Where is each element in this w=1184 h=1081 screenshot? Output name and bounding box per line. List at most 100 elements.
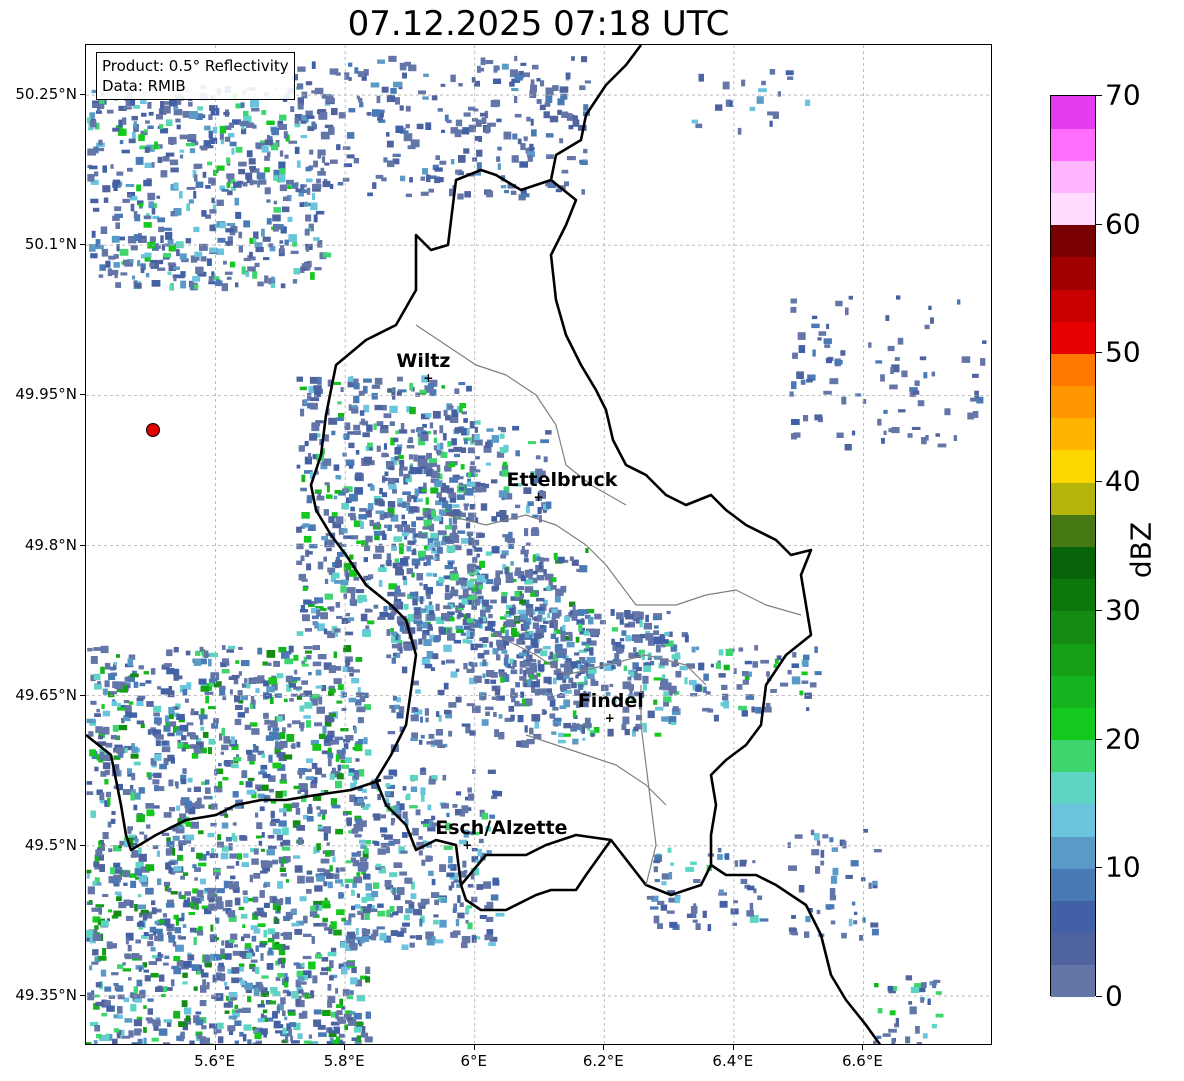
echo-cell xyxy=(323,903,331,908)
echo-cell xyxy=(380,814,386,819)
echo-cell xyxy=(288,1028,292,1037)
echo-cell xyxy=(589,647,594,656)
echo-cell xyxy=(208,747,212,755)
echo-cell xyxy=(142,913,148,921)
echo-cell xyxy=(805,915,811,923)
echo-cell xyxy=(175,781,179,789)
echo-cell xyxy=(264,155,270,161)
echo-cell xyxy=(376,926,385,930)
echo-cell xyxy=(386,140,394,148)
echo-cell xyxy=(793,432,801,438)
radar-map[interactable]: Product: 0.5° Reflectivity Data: RMIB xyxy=(85,44,992,1045)
echo-cell xyxy=(415,689,421,694)
echo-cell xyxy=(569,611,573,615)
echo-cell xyxy=(300,135,308,139)
city-marker[interactable]: + xyxy=(605,711,615,725)
echo-cell xyxy=(883,430,887,435)
echo-cell xyxy=(742,679,749,685)
echo-cell xyxy=(264,167,270,173)
echo-cell xyxy=(266,849,275,856)
echo-cell xyxy=(883,409,888,414)
echo-cell xyxy=(284,239,289,246)
echo-cell xyxy=(168,245,177,252)
echo-cell xyxy=(446,659,455,664)
echo-cell xyxy=(363,873,371,880)
echo-cell xyxy=(195,905,199,910)
echo-cell xyxy=(922,1033,928,1039)
echo-cell xyxy=(212,126,218,134)
echo-cell xyxy=(364,1036,373,1043)
echo-cell xyxy=(514,74,523,81)
echo-cell xyxy=(261,848,265,852)
echo-cell xyxy=(318,733,326,740)
radar-site-marker[interactable] xyxy=(146,423,161,438)
lat-tick-label: 49.95°N xyxy=(15,385,77,404)
echo-cell xyxy=(200,685,210,692)
echo-cell xyxy=(684,634,689,643)
echo-cell xyxy=(233,881,239,889)
echo-cell xyxy=(416,516,424,521)
echo-cell xyxy=(554,723,559,727)
echo-cell xyxy=(158,226,164,233)
echo-cell xyxy=(383,157,388,163)
echo-cell xyxy=(306,758,313,764)
echo-cell xyxy=(480,112,487,117)
echo-cell xyxy=(431,892,440,898)
echo-cell xyxy=(455,668,460,672)
echo-cell xyxy=(410,139,420,148)
echo-cell xyxy=(413,454,418,462)
echo-cell xyxy=(848,295,853,300)
city-marker[interactable]: + xyxy=(462,838,472,852)
echo-cell xyxy=(262,773,271,779)
colorbar-segment xyxy=(1051,160,1095,194)
echo-cell xyxy=(133,986,138,994)
echo-cell xyxy=(255,966,260,975)
echo-cell xyxy=(356,850,362,857)
echo-cell xyxy=(848,918,853,927)
echo-cell xyxy=(568,635,573,642)
country-borders xyxy=(86,45,882,1044)
echo-cell xyxy=(931,371,936,377)
echo-cell xyxy=(571,56,575,61)
echo-cell xyxy=(695,923,701,930)
echo-cell xyxy=(285,896,291,905)
echo-cell xyxy=(455,169,463,173)
echo-cell xyxy=(545,95,553,103)
echo-cell xyxy=(102,165,107,173)
echo-cell xyxy=(575,674,579,679)
echo-cell xyxy=(89,749,96,757)
echo-cell xyxy=(279,114,287,121)
echo-cell xyxy=(611,638,615,645)
echo-cell xyxy=(310,397,320,402)
echo-cell xyxy=(327,752,334,759)
echo-cell xyxy=(805,99,811,106)
echo-cell xyxy=(317,240,323,248)
echo-cell xyxy=(664,631,670,637)
city-marker[interactable]: + xyxy=(423,371,433,385)
city-marker[interactable]: + xyxy=(533,490,543,504)
echo-cell xyxy=(385,847,390,854)
echo-cell xyxy=(333,464,340,471)
echo-cell xyxy=(222,658,229,664)
echo-cell xyxy=(296,631,304,636)
echo-cell xyxy=(331,430,336,436)
echo-cell xyxy=(226,223,236,226)
echo-cell xyxy=(259,943,266,948)
echo-cell xyxy=(325,850,331,857)
echo-cell xyxy=(281,945,290,950)
echo-cell xyxy=(907,433,913,438)
echo-cell xyxy=(161,746,171,753)
echo-cell xyxy=(261,975,269,979)
echo-cell xyxy=(321,773,327,778)
echo-cell xyxy=(411,732,418,739)
colorbar-segment xyxy=(1051,932,1095,966)
echo-cell xyxy=(130,1003,137,1012)
echo-cell xyxy=(329,773,335,780)
echo-cell xyxy=(426,558,431,566)
echo-cell xyxy=(238,671,242,676)
echo-cell xyxy=(829,378,839,385)
echo-cell xyxy=(335,559,342,568)
echo-cell xyxy=(797,332,806,340)
echo-cell xyxy=(328,127,335,135)
echo-cell xyxy=(221,669,230,674)
